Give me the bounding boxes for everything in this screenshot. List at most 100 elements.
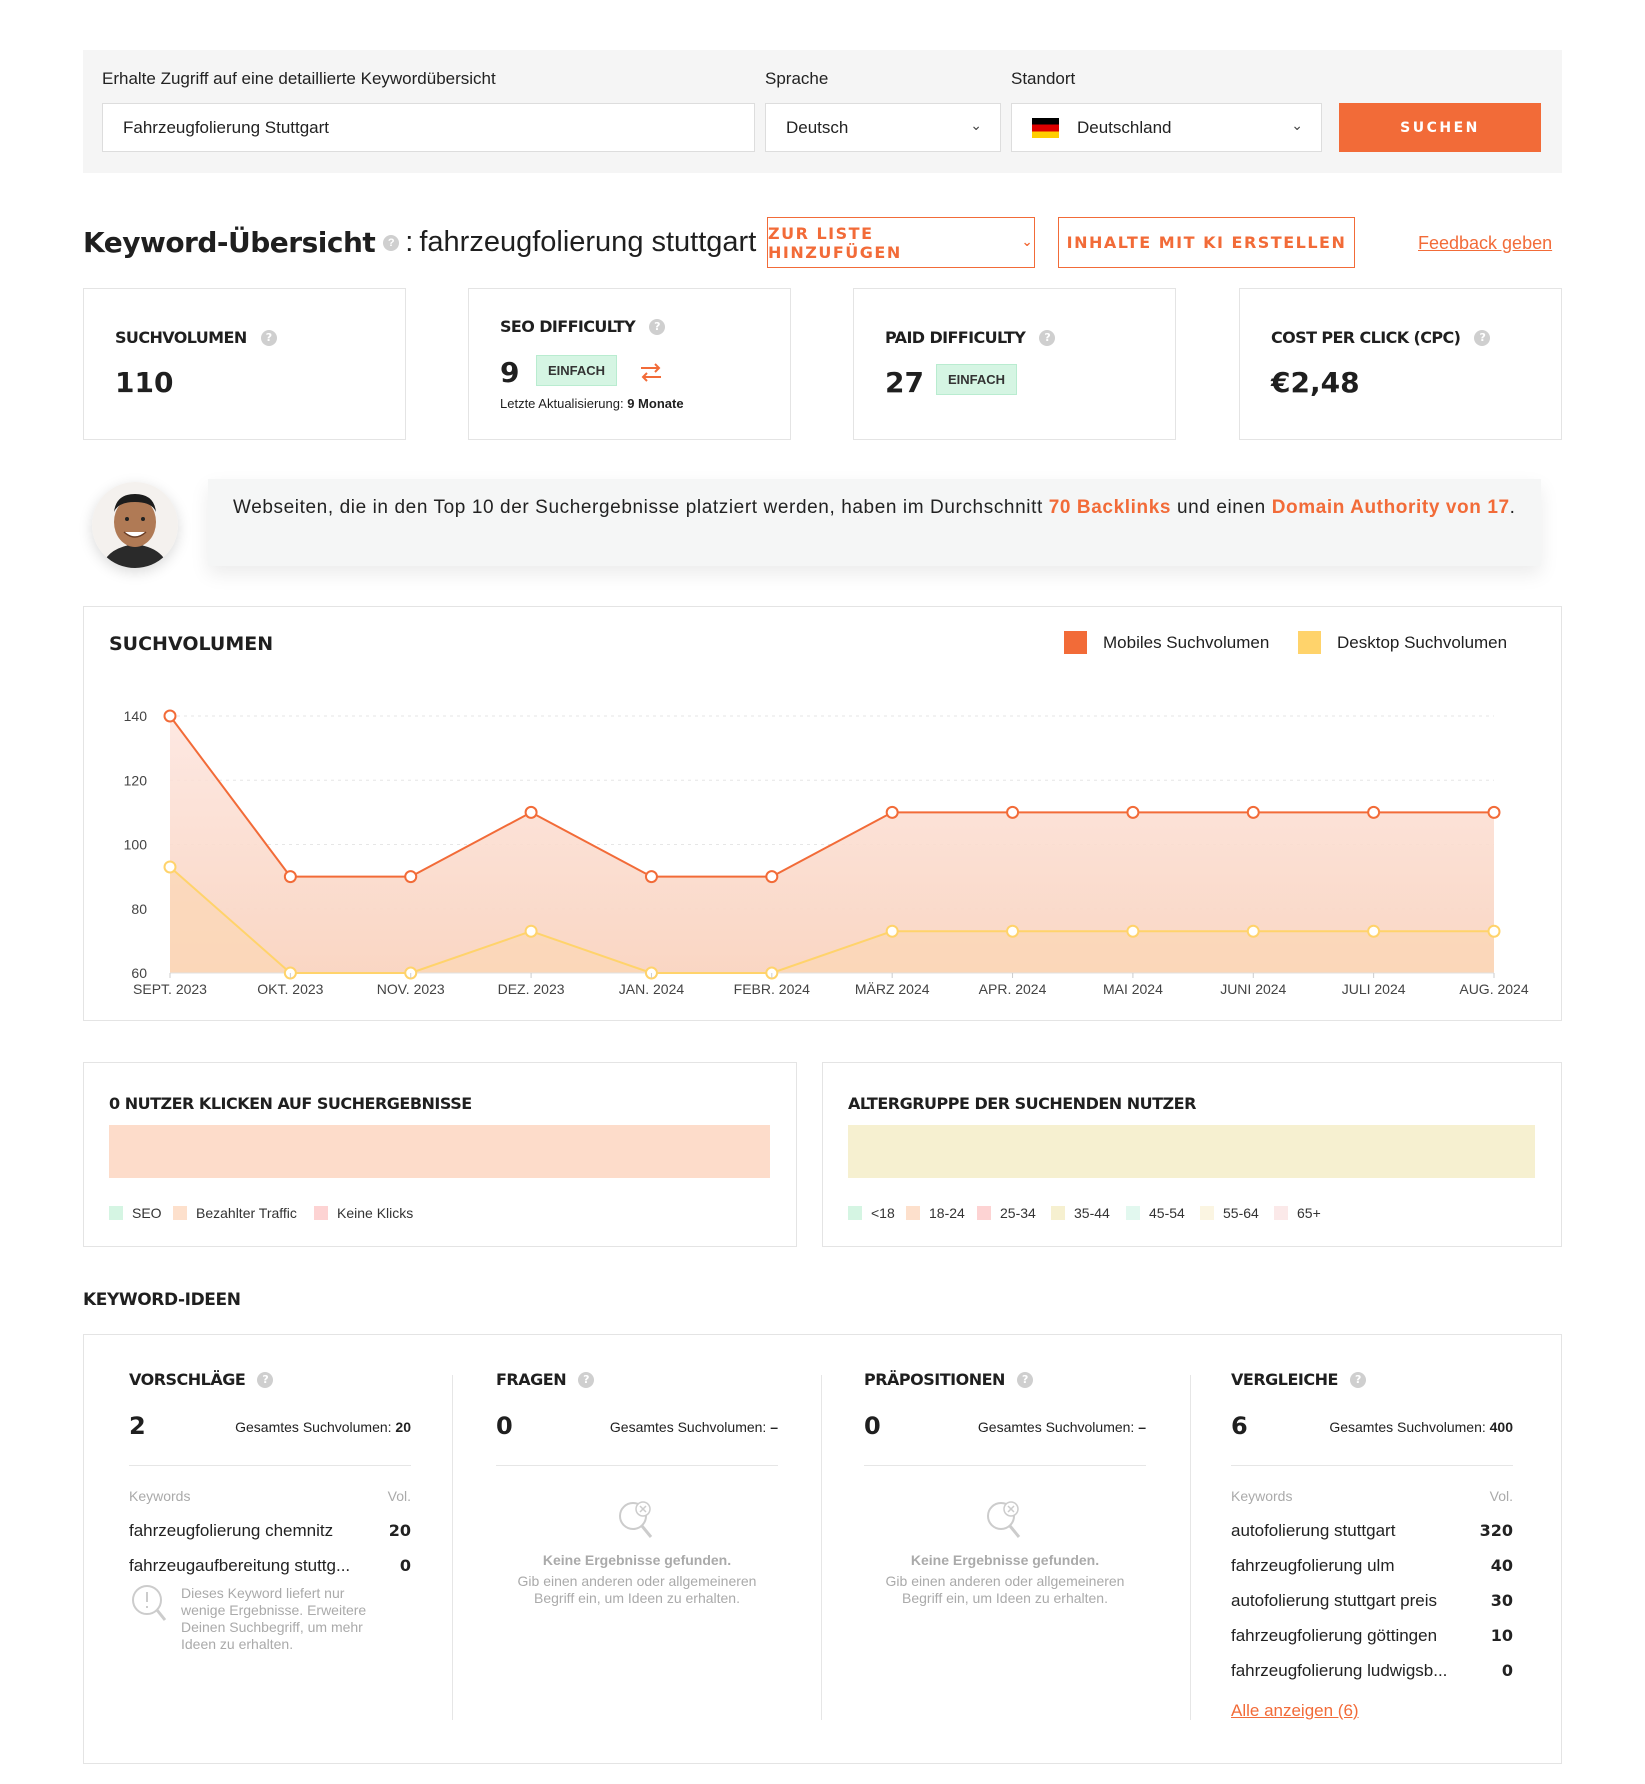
paid-label-row: PAID DIFFICULTY ? [885, 328, 1056, 347]
legend-desktop-swatch [1298, 631, 1321, 654]
desktop-data-point [1126, 924, 1140, 938]
age-legend-label: 65+ [1297, 1205, 1321, 1221]
help-icon[interactable]: ? [260, 329, 277, 346]
column-divider [821, 1375, 822, 1720]
show-all-link[interactable]: Alle anzeigen (6) [1231, 1701, 1359, 1721]
search-button[interactable]: SUCHEN [1339, 103, 1541, 152]
refresh-icon[interactable] [638, 359, 664, 385]
list-item[interactable]: fahrzeugfolierung göttingen 10 [1231, 1626, 1513, 1646]
age-legend-label: 25-34 [1000, 1205, 1036, 1221]
x-tick-label: SEPT. 2023 [133, 981, 207, 997]
keyword-input[interactable]: Fahrzeugfolierung Stuttgart [102, 103, 755, 152]
page-title: Keyword-Übersicht ? : fahrzeugfolierung … [83, 226, 756, 259]
x-tick-label: FEBR. 2024 [734, 981, 810, 997]
mobile-data-point [765, 870, 779, 884]
list-item[interactable]: fahrzeugfolierung ludwigsb... 0 [1231, 1661, 1513, 1681]
list-item[interactable]: fahrzeugfolierung ulm 40 [1231, 1556, 1513, 1576]
legend-mobile-label: Mobiles Suchvolumen [1103, 632, 1270, 652]
help-icon[interactable]: ? [1474, 329, 1491, 346]
x-tick-label: JAN. 2024 [619, 981, 685, 997]
language-label: Sprache [765, 69, 829, 88]
suggestions-title: VORSCHLÄGE [129, 1370, 246, 1389]
comparisons-total: Gesamtes Suchvolumen: 400 [1329, 1419, 1513, 1435]
overview-keyword: fahrzeugfolierung stuttgart [419, 226, 757, 258]
clicks-legend-swatch [109, 1206, 123, 1220]
seo-badge: EINFACH [536, 355, 618, 386]
comparisons-title: VERGLEICHE [1231, 1370, 1338, 1389]
keyword-text: fahrzeugfolierung göttingen [1231, 1626, 1438, 1645]
list-item[interactable]: autofolierung stuttgart preis 30 [1231, 1591, 1513, 1611]
column-divider [452, 1375, 453, 1720]
desktop-data-point [1006, 924, 1020, 938]
age-legend-item: 35-44 [1051, 1205, 1110, 1221]
desktop-data-point [1487, 924, 1501, 938]
keyword-volume: 10 [1490, 1626, 1513, 1645]
vol-header: Vol. [1489, 1488, 1513, 1504]
suggestions-note: Dieses Keyword liefert nur wenige Ergebn… [181, 1585, 367, 1652]
total-value: 400 [1489, 1419, 1513, 1435]
questions-head: FRAGEN ? [496, 1370, 778, 1389]
age-legend-item: 45-54 [1126, 1205, 1185, 1221]
age-legend-label: 35-44 [1074, 1205, 1110, 1221]
list-item[interactable]: autofolierung stuttgart 320 [1231, 1521, 1513, 1541]
x-tick-label: JUNI 2024 [1220, 981, 1286, 997]
mobile-data-point [644, 870, 658, 884]
comparisons-count: 6 [1231, 1412, 1248, 1440]
total-label: Gesamtes Suchvolumen: [609, 1419, 767, 1435]
no-results-text: Gib einen anderen oder allgemeineren Beg… [885, 1573, 1125, 1606]
help-icon[interactable]: ? [649, 318, 666, 335]
age-legend-swatch [848, 1206, 862, 1220]
no-results-message: Keine Ergebnisse gefunden. Gib einen and… [496, 1552, 778, 1607]
location-label: Standort [1011, 69, 1076, 88]
age-legend-item: 65+ [1274, 1205, 1321, 1221]
seo-updated-label: Letzte Aktualisierung: [500, 396, 624, 411]
keyword-text: fahrzeugfolierung chemnitz [129, 1521, 334, 1540]
desktop-data-point [885, 924, 899, 938]
total-label: Gesamtes Suchvolumen: [235, 1419, 392, 1435]
no-results-icon [987, 1501, 1021, 1538]
feedback-link[interactable]: Feedback geben [1418, 233, 1552, 254]
cpc-label-row: COST PER CLICK (CPC) ? [1271, 328, 1491, 347]
x-tick-label: OKT. 2023 [257, 981, 323, 997]
clicks-legend-label: SEO [132, 1205, 162, 1221]
comparisons-head: VERGLEICHE ? [1231, 1370, 1513, 1389]
help-icon[interactable]: ? [1349, 1371, 1366, 1388]
age-legend-item: 55-64 [1200, 1205, 1259, 1221]
list-item[interactable]: fahrzeugfolierung chemnitz 20 [129, 1521, 411, 1541]
age-legend-label: 45-54 [1149, 1205, 1185, 1221]
cpc-value: €2,48 [1271, 366, 1360, 399]
volume-card: SUCHVOLUMEN ? 110 [83, 288, 406, 440]
prepositions-title: PRÄPOSITIONEN [864, 1370, 1005, 1389]
x-tick-label: MÄRZ 2024 [855, 981, 930, 997]
location-select[interactable]: Deutschland ⌄ [1011, 103, 1322, 152]
help-icon[interactable]: ? [1039, 329, 1056, 346]
chevron-down-icon: ⌄ [970, 117, 982, 133]
mobile-data-point [1487, 805, 1501, 819]
search-volume-chart: 60 80 100 120 140 SEPT. 2023 OKT. 2023 NOV. 202… [124, 708, 1529, 997]
help-icon[interactable]: ? [383, 234, 400, 251]
help-icon[interactable]: ? [1016, 1371, 1033, 1388]
age-legend-swatch [1200, 1206, 1214, 1220]
comparisons-column: VERGLEICHE ? 6 Gesamtes Suchvolumen: 400… [1231, 1370, 1513, 1720]
language-select[interactable]: Deutsch ⌄ [765, 103, 1001, 152]
no-results-title: Keine Ergebnisse gefunden. [542, 1552, 732, 1568]
legend-mobile-swatch [1064, 631, 1087, 654]
suggestions-total: Gesamtes Suchvolumen: 20 [235, 1419, 411, 1435]
help-icon[interactable]: ? [578, 1371, 595, 1388]
age-legend-swatch [1051, 1206, 1065, 1220]
list-item[interactable]: fahrzeugaufbereitung stuttg... 0 [129, 1556, 411, 1576]
mobile-data-point [524, 805, 538, 819]
keywords-header: Keywords [129, 1488, 191, 1504]
y-tick-label: 100 [124, 837, 148, 853]
age-legend-label: 18-24 [929, 1205, 965, 1221]
age-legend-item: 25-34 [977, 1205, 1036, 1221]
help-icon[interactable]: ? [257, 1371, 274, 1388]
clicks-legend-swatch [173, 1206, 187, 1220]
create-ai-content-button[interactable]: INHALTE MIT KI ERSTELLEN [1058, 217, 1355, 268]
add-to-list-button[interactable]: ZUR LISTE HINZUFÜGEN ⌄ [767, 217, 1035, 268]
keyword-text: autofolierung stuttgart preis [1231, 1591, 1438, 1610]
clicks-bar [109, 1125, 770, 1178]
volume-label-row: SUCHVOLUMEN ? [115, 328, 277, 347]
tip-text-mid: und einen [1171, 497, 1272, 518]
legend-desktop: Desktop Suchvolumen [1298, 631, 1507, 654]
